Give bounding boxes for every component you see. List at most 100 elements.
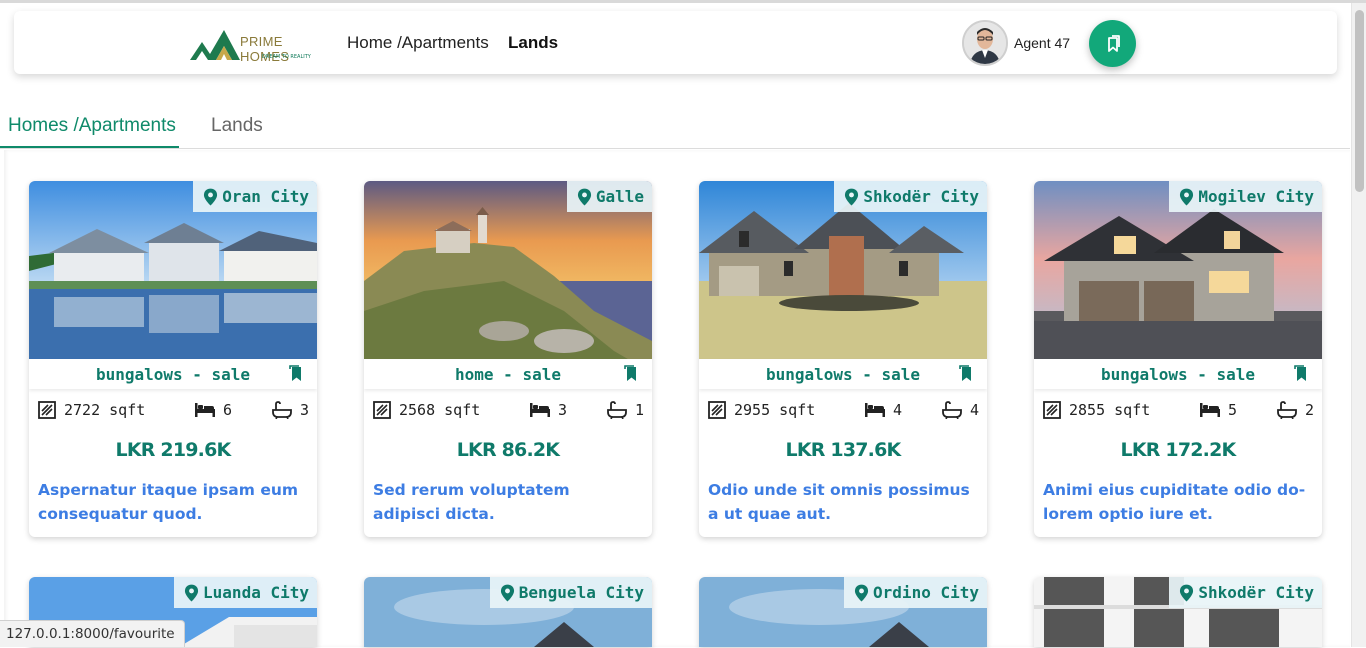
property-price: LKR 86.2K: [456, 439, 560, 461]
nav-link-homes[interactable]: Home /Apartments: [347, 33, 489, 53]
property-image[interactable]: Benguela City: [364, 577, 652, 647]
property-image[interactable]: Oran City: [29, 181, 317, 373]
beds-value: 6: [223, 401, 233, 419]
logo[interactable]: PRIME HOMES DREAM TO REALITY: [188, 24, 328, 64]
location-tag[interactable]: Benguela City: [489, 577, 652, 608]
location-name: Benguela City: [518, 583, 644, 602]
location-pin-icon: [577, 188, 592, 206]
spec-baths: 2: [1277, 401, 1314, 419]
agent-name[interactable]: Agent 47: [1014, 35, 1070, 51]
property-type-bar: bungalows - sale: [29, 359, 317, 389]
location-tag[interactable]: Luanda City: [174, 577, 317, 608]
area-icon: [708, 401, 726, 419]
bookmark-icon: [624, 365, 638, 382]
spec-beds: 5: [1200, 401, 1237, 419]
property-type: bungalows - sale: [95, 365, 251, 384]
tab-lands[interactable]: Lands: [211, 115, 263, 137]
area-value: 2722 sqft: [64, 401, 146, 419]
bookmark-icon: [1294, 365, 1308, 382]
avatar[interactable]: [962, 20, 1008, 66]
location-name: Mogilev City: [1198, 187, 1314, 206]
property-type: home - sale: [455, 365, 561, 384]
property-title-link[interactable]: Sed rerum voluptatem adipisci dicta.: [373, 478, 639, 526]
property-specs: 2722 sqft 6 3: [38, 401, 310, 423]
brand-tagline: DREAM TO REALITY: [262, 54, 311, 60]
page-scrollbar[interactable]: [1351, 3, 1366, 647]
spec-beds: 4: [865, 401, 902, 419]
location-tag[interactable]: Shkodër City: [1169, 577, 1322, 608]
scrollbar-thumb[interactable]: [1355, 10, 1364, 192]
location-tag[interactable]: Ordino City: [844, 577, 987, 608]
bookmark-button[interactable]: [1294, 365, 1308, 386]
spec-beds: 3: [530, 401, 567, 419]
spec-area: 2568 sqft: [373, 401, 480, 419]
active-tab-indicator: [0, 146, 179, 148]
navbar: PRIME HOMES DREAM TO REALITY Home /Apart…: [14, 11, 1337, 74]
bed-icon: [865, 403, 885, 417]
bookmark-button[interactable]: [289, 365, 303, 386]
property-specs: 2955 sqft 4 4: [708, 401, 980, 423]
property-price: LKR 137.6K: [785, 439, 902, 461]
location-tag[interactable]: Galle: [566, 181, 652, 212]
spec-area: 2855 sqft: [1043, 401, 1150, 419]
beds-value: 5: [1228, 401, 1238, 419]
location-tag[interactable]: Oran City: [193, 181, 317, 212]
property-image[interactable]: Shkodër City: [699, 181, 987, 373]
status-bar-url: 127.0.0.1:8000/favourite: [0, 620, 185, 647]
location-name: Oran City: [222, 187, 309, 206]
property-card[interactable]: Ordino City: [699, 577, 987, 647]
location-pin-icon: [1179, 584, 1194, 602]
bath-icon: [1277, 401, 1297, 419]
category-tabs: Homes /Apartments Lands: [0, 100, 1350, 149]
property-price: LKR 172.2K: [1120, 439, 1237, 461]
property-card[interactable]: Mogilev City bungalows - sale 2855 sqft …: [1034, 181, 1322, 537]
property-specs: 2568 sqft 3 1: [373, 401, 645, 423]
beds-value: 4: [893, 401, 903, 419]
property-card[interactable]: Galle home - sale 2568 sqft 3 1 LKR 86.2…: [364, 181, 652, 537]
baths-value: 1: [635, 401, 645, 419]
location-pin-icon: [203, 188, 218, 206]
property-image[interactable]: Galle: [364, 181, 652, 373]
tab-homes-apartments[interactable]: Homes /Apartments: [8, 115, 176, 137]
property-type-bar: home - sale: [364, 359, 652, 389]
location-name: Shkodër City: [1198, 583, 1314, 602]
property-image[interactable]: Mogilev City: [1034, 181, 1322, 373]
bath-icon: [272, 401, 292, 419]
bed-icon: [195, 403, 215, 417]
property-title-link[interactable]: Odio unde sit omnis possimus a ut quae a…: [708, 478, 974, 526]
location-pin-icon: [844, 188, 859, 206]
location-pin-icon: [500, 584, 515, 602]
spec-baths: 3: [272, 401, 309, 419]
property-card[interactable]: Benguela City: [364, 577, 652, 647]
baths-value: 2: [1305, 401, 1315, 419]
bath-icon: [607, 401, 627, 419]
property-type-bar: bungalows - sale: [1034, 359, 1322, 389]
location-pin-icon: [184, 584, 199, 602]
browser-top-border: [0, 0, 1366, 3]
bookmark-button[interactable]: [624, 365, 638, 386]
logo-mark-icon: [190, 30, 240, 60]
property-title-link[interactable]: Aspernatur itaque ipsam eum consequatur …: [38, 478, 304, 526]
location-pin-icon: [1179, 188, 1194, 206]
property-type-bar: bungalows - sale: [699, 359, 987, 389]
property-card[interactable]: Shkodër City bungalows - sale 2955 sqft …: [699, 181, 987, 537]
property-specs: 2855 sqft 5 2: [1043, 401, 1315, 423]
property-price: LKR 219.6K: [115, 439, 232, 461]
property-image[interactable]: Shkodër City: [1034, 577, 1322, 647]
property-card[interactable]: Oran City bungalows - sale 2722 sqft 6 3…: [29, 181, 317, 537]
location-name: Shkodër City: [863, 187, 979, 206]
property-card[interactable]: Shkodër City: [1034, 577, 1322, 647]
favourites-button[interactable]: [1089, 20, 1136, 67]
location-name: Ordino City: [873, 583, 979, 602]
bookmark-icon: [959, 365, 973, 382]
agent-avatar-icon: [964, 22, 1006, 64]
location-tag[interactable]: Shkodër City: [834, 181, 987, 212]
location-tag[interactable]: Mogilev City: [1169, 181, 1322, 212]
bed-icon: [1200, 403, 1220, 417]
spec-beds: 6: [195, 401, 232, 419]
property-title-link[interactable]: Animi eius cupiditate odio do-lorem opti…: [1043, 478, 1309, 526]
bookmark-button[interactable]: [959, 365, 973, 386]
nav-link-lands[interactable]: Lands: [508, 33, 558, 53]
location-pin-icon: [854, 584, 869, 602]
property-image[interactable]: Ordino City: [699, 577, 987, 647]
